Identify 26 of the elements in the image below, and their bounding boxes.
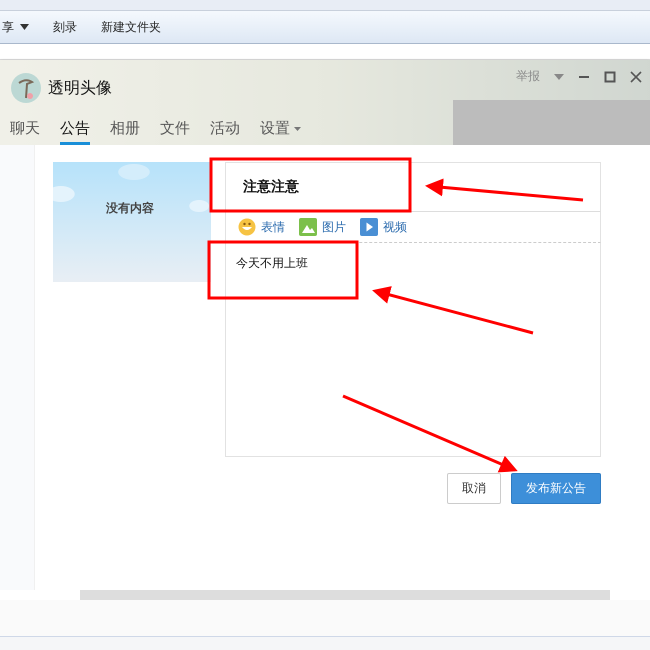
tab[interactable]: 文件	[160, 115, 190, 145]
toolbar-button[interactable]: 享	[2, 18, 29, 36]
toolbar-button[interactable]: 刻录	[53, 18, 77, 36]
tab[interactable]: 活动	[210, 115, 240, 145]
tab[interactable]: 设置	[260, 115, 301, 145]
publish-button[interactable]: 发布新公告	[511, 473, 601, 504]
tab[interactable]: 相册	[110, 115, 140, 145]
avatar-icon	[10, 72, 42, 104]
maximize-icon[interactable]	[604, 70, 616, 82]
scrollbar[interactable]	[80, 590, 610, 600]
toolbar-button[interactable]: 图片	[299, 218, 346, 236]
cancel-button[interactable]: 取消	[447, 473, 501, 504]
play-icon	[360, 218, 378, 236]
tab[interactable]: 公告	[60, 115, 90, 145]
toolbar-button[interactable]: 视频	[360, 218, 407, 236]
toolbar-button[interactable]: 表情	[238, 218, 285, 236]
group-name: 透明头像	[48, 78, 112, 98]
content-field[interactable]: 今天不用上班	[225, 243, 601, 457]
title-field[interactable]: 注意注意	[225, 162, 601, 212]
empty-message: 没有内容	[106, 200, 154, 217]
image-icon	[299, 218, 317, 236]
toolbar-button[interactable]: 新建文件夹	[101, 18, 161, 36]
close-icon[interactable]	[630, 70, 642, 82]
dropdown-icon[interactable]	[554, 74, 564, 80]
smiley-icon	[238, 218, 256, 236]
tab[interactable]: 聊天	[10, 115, 40, 145]
